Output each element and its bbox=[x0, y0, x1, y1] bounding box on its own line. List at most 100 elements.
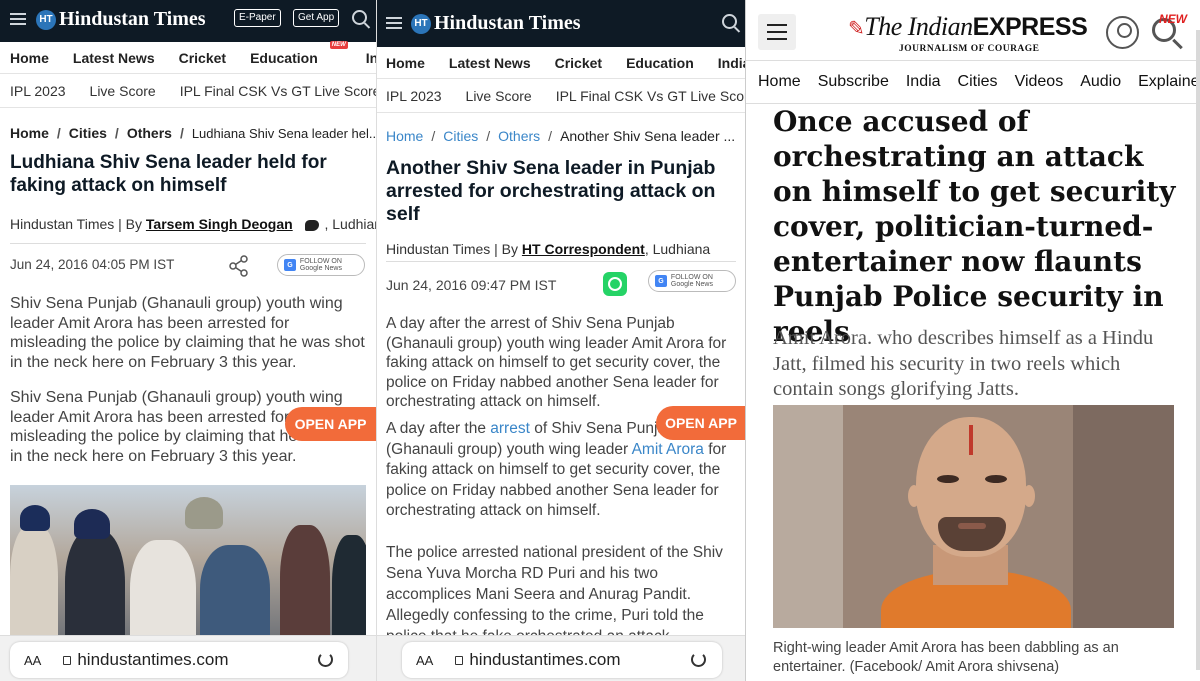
reload-icon[interactable] bbox=[318, 652, 333, 667]
ie-main-nav: Home Subscribe India Cities Videos Audio… bbox=[746, 60, 1200, 104]
article-headline: Another Shiv Sena leader in Punjab arres… bbox=[386, 157, 716, 225]
byline-prefix: Hindustan Times | By bbox=[386, 241, 519, 257]
nav-latest-news[interactable]: Latest News bbox=[73, 50, 155, 66]
nav-home[interactable]: Home bbox=[10, 50, 49, 66]
share-icon[interactable] bbox=[229, 255, 249, 277]
user-account-icon[interactable] bbox=[1106, 16, 1139, 49]
location: , Ludhiana bbox=[324, 216, 376, 232]
nav-videos[interactable]: Videos bbox=[1015, 73, 1064, 91]
open-app-button[interactable]: OPEN APP bbox=[285, 407, 376, 441]
get-app-button[interactable]: Get App bbox=[293, 9, 340, 27]
nav-education[interactable]: Education NEW bbox=[250, 40, 348, 66]
epaper-button[interactable]: E-Paper bbox=[234, 9, 281, 27]
main-nav: Home Latest News Cricket Education India bbox=[377, 47, 745, 79]
publish-date: Jun 24, 2016 04:05 PM IST bbox=[10, 257, 175, 272]
subnav-ipl-final[interactable]: IPL Final CSK Vs GT Live Score bbox=[556, 88, 745, 104]
url-text: hindustantimes.com bbox=[77, 650, 229, 669]
browser-bottom-bar: AA hindustantimes.com bbox=[0, 635, 376, 681]
url-bar[interactable]: AA hindustantimes.com bbox=[402, 642, 722, 678]
article-paragraph-1: Shiv Sena Punjab (Ghanauli group) youth … bbox=[10, 295, 365, 371]
nav-education[interactable]: Education bbox=[626, 55, 694, 71]
arrest-link[interactable]: arrest bbox=[490, 420, 530, 437]
google-news-label: FOLLOW ON Google News bbox=[670, 274, 713, 288]
ht-header: HT Hindustan Times bbox=[377, 0, 745, 47]
scrollbar[interactable] bbox=[1196, 30, 1200, 670]
search-icon[interactable] bbox=[722, 14, 737, 29]
ht-logo[interactable]: HT Hindustan Times bbox=[36, 8, 206, 31]
subnav-ipl-2023[interactable]: IPL 2023 bbox=[386, 88, 442, 104]
reader-mode-button[interactable]: AA bbox=[24, 653, 41, 668]
article-paragraph-3: The police arrested national president o… bbox=[386, 544, 723, 645]
nav-audio[interactable]: Audio bbox=[1080, 73, 1121, 91]
article-subheadline: Amit Arora. who describes himself as a H… bbox=[773, 327, 1154, 400]
nav-home[interactable]: Home bbox=[386, 55, 425, 71]
breadcrumb: Home / Cities / Others / Another Shiv Sena lea… bbox=[386, 128, 736, 144]
nav-cricket[interactable]: Cricket bbox=[555, 55, 602, 71]
byline: Hindustan Times | By Tarsem Singh Deogan… bbox=[0, 216, 376, 232]
nav-india[interactable]: India bbox=[906, 73, 941, 91]
nav-latest-news[interactable]: Latest News bbox=[449, 55, 531, 71]
subnav-live-score[interactable]: Live Score bbox=[90, 83, 156, 99]
menu-icon[interactable] bbox=[10, 13, 26, 26]
ie-header: ✎The IndianEXPRESS JOURNALISM OF COURAGE… bbox=[746, 0, 1200, 60]
article-headline: Ludhiana Shiv Sena leader held for fakin… bbox=[10, 152, 327, 196]
breadcrumb-others[interactable]: Others bbox=[127, 125, 172, 141]
nav-cities[interactable]: Cities bbox=[958, 73, 998, 91]
article-photo bbox=[10, 485, 366, 645]
ht-logo-mark: HT bbox=[411, 13, 431, 34]
reader-mode-button[interactable]: AA bbox=[416, 653, 433, 668]
nav-cricket[interactable]: Cricket bbox=[179, 50, 226, 66]
article-photo bbox=[773, 405, 1174, 628]
nav-home[interactable]: Home bbox=[758, 73, 801, 91]
sub-nav: IPL 2023 Live Score IPL Final CSK Vs GT … bbox=[377, 79, 745, 113]
url-bar[interactable]: AA hindustantimes.com bbox=[10, 642, 348, 678]
menu-icon[interactable] bbox=[386, 17, 402, 30]
subnav-ipl-final[interactable]: IPL Final CSK Vs GT Live Score bbox=[180, 83, 376, 99]
breadcrumb-current: Ludhiana Shiv Sena leader hel... bbox=[191, 126, 376, 141]
nav-india[interactable]: India bbox=[718, 55, 745, 71]
author-link[interactable]: Tarsem Singh Deogan bbox=[146, 216, 293, 232]
nav-explained[interactable]: Explained bbox=[1138, 73, 1200, 91]
google-news-button[interactable]: G FOLLOW ON Google News bbox=[648, 270, 736, 292]
breadcrumb-current: Another Shiv Sena leader ... bbox=[560, 128, 736, 144]
ht-logo-mark: HT bbox=[36, 9, 56, 30]
publish-date: Jun 24, 2016 09:47 PM IST bbox=[386, 277, 557, 293]
nav-india[interactable]: India bbox=[366, 50, 376, 66]
ht-article-panel-1: HT Hindustan Times E-Paper Get App Home … bbox=[0, 0, 376, 681]
browser-bottom-bar: AA hindustantimes.com bbox=[377, 635, 745, 681]
breadcrumb-cities[interactable]: Cities bbox=[69, 125, 107, 141]
main-nav: Home Latest News Cricket Education NEW In… bbox=[0, 40, 376, 74]
reload-icon[interactable] bbox=[691, 652, 706, 667]
ht-article-panel-2: HT Hindustan Times Home Latest News Cric… bbox=[376, 0, 745, 681]
amit-arora-link[interactable]: Amit Arora bbox=[632, 441, 704, 458]
nav-subscribe[interactable]: Subscribe bbox=[818, 73, 889, 91]
ht-logo[interactable]: HT Hindustan Times bbox=[411, 12, 581, 35]
breadcrumb-home[interactable]: Home bbox=[386, 128, 423, 144]
ht-logo-text: Hindustan Times bbox=[434, 12, 581, 34]
new-badge: NEW bbox=[1159, 12, 1187, 26]
twitter-icon[interactable] bbox=[304, 219, 319, 231]
breadcrumb-home[interactable]: Home bbox=[10, 125, 49, 141]
subnav-ipl-2023[interactable]: IPL 2023 bbox=[10, 83, 66, 99]
breadcrumb-cities[interactable]: Cities bbox=[443, 128, 478, 144]
article-paragraph-1: A day after the arrest of Shiv Sena Punj… bbox=[386, 315, 727, 410]
breadcrumb-others[interactable]: Others bbox=[498, 128, 540, 144]
nav-education-label: Education bbox=[250, 49, 318, 66]
ie-logo-bold: EXPRESS bbox=[972, 13, 1088, 41]
para2-text-a: A day after the bbox=[386, 420, 491, 437]
google-news-button[interactable]: G FOLLOW ON Google News bbox=[277, 254, 365, 276]
google-news-icon: G bbox=[655, 275, 667, 287]
whatsapp-icon[interactable] bbox=[603, 272, 627, 296]
ie-tagline: JOURNALISM OF COURAGE bbox=[899, 44, 1040, 54]
lock-icon bbox=[455, 655, 464, 665]
author-link[interactable]: HT Correspondent bbox=[522, 241, 645, 257]
menu-icon[interactable] bbox=[758, 14, 796, 50]
subnav-live-score[interactable]: Live Score bbox=[466, 88, 532, 104]
ie-logo[interactable]: ✎The IndianEXPRESS bbox=[848, 12, 1088, 42]
location: , Ludhiana bbox=[644, 241, 711, 257]
url-text: hindustantimes.com bbox=[469, 650, 621, 669]
breadcrumb: Home / Cities / Others / Ludhiana Shiv Sena le… bbox=[0, 125, 376, 141]
open-app-button[interactable]: OPEN APP bbox=[656, 406, 745, 440]
byline: Hindustan Times | By HT Correspondent, L… bbox=[377, 241, 745, 257]
search-icon[interactable] bbox=[352, 10, 367, 25]
